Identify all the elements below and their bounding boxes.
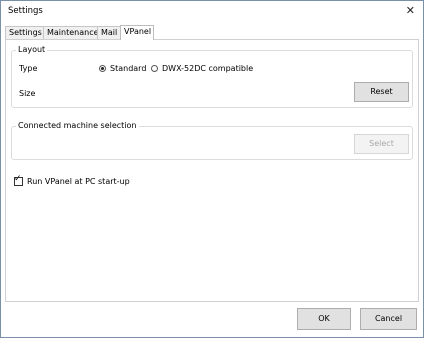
- settings-dialog: Settings ✕ Settings Maintenance Mail VPa…: [0, 0, 424, 338]
- close-icon[interactable]: ✕: [406, 4, 415, 17]
- dialog-title: Settings: [8, 6, 43, 16]
- select-button[interactable]: Select: [354, 134, 409, 154]
- layout-group-legend: Layout: [16, 45, 48, 54]
- tab-settings[interactable]: Settings: [5, 26, 44, 39]
- dwx-52dc-compatible-radio-label[interactable]: DWX-52DC compatible: [162, 64, 253, 73]
- vpanel-tab-panel: Layout Type Standard DWX-52DC compatible…: [5, 39, 419, 302]
- tab-vpanel[interactable]: VPanel: [120, 25, 154, 40]
- connected-machine-legend: Connected machine selection: [16, 121, 139, 130]
- standard-radio[interactable]: [99, 65, 106, 72]
- ok-button[interactable]: OK: [297, 308, 351, 330]
- cancel-button[interactable]: Cancel: [360, 308, 417, 330]
- reset-button[interactable]: Reset: [354, 82, 409, 102]
- size-label: Size: [19, 89, 36, 98]
- tab-mail[interactable]: Mail: [97, 26, 121, 39]
- checkmark-icon: ✓: [14, 174, 22, 184]
- type-label: Type: [19, 64, 38, 73]
- layout-group: Layout Type Standard DWX-52DC compatible…: [11, 45, 413, 108]
- dwx-52dc-compatible-radio[interactable]: [151, 65, 158, 72]
- tab-maintenance[interactable]: Maintenance: [43, 26, 99, 39]
- title-bar: Settings ✕: [1, 1, 423, 23]
- run-at-startup-checkbox[interactable]: ✓: [14, 174, 23, 186]
- run-at-startup-label[interactable]: Run VPanel at PC start-up: [27, 177, 130, 186]
- standard-radio-label[interactable]: Standard: [110, 64, 146, 73]
- connected-machine-group: Connected machine selection Select: [11, 121, 413, 160]
